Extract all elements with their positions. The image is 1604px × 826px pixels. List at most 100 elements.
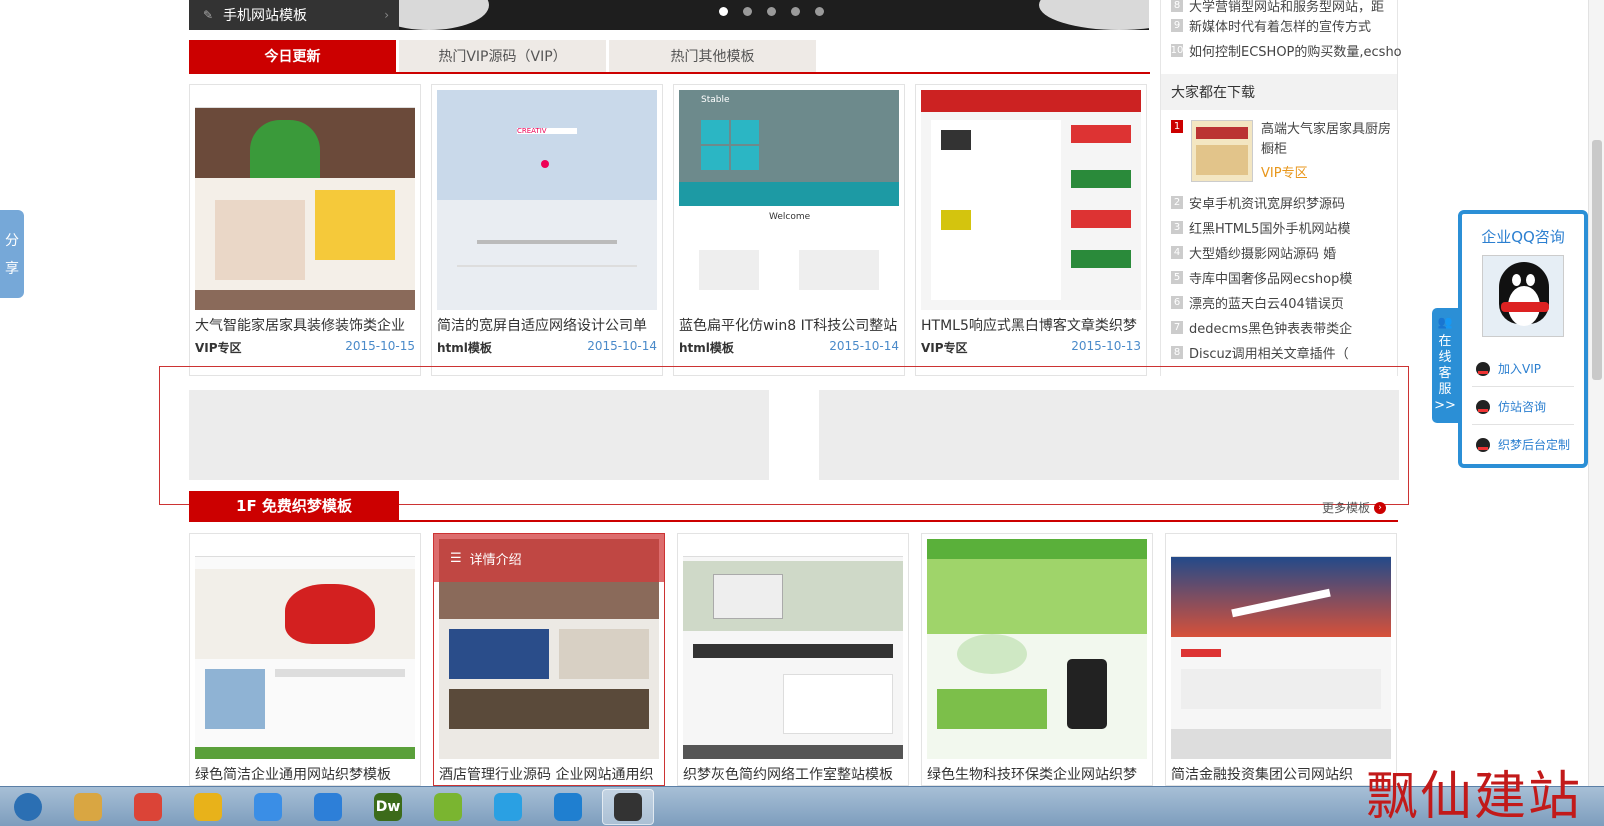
page-scrollbar[interactable] bbox=[1588, 0, 1604, 786]
news-item[interactable]: 9 新媒体时代有着怎样的宣传方式 bbox=[1171, 16, 1371, 35]
taskbar-dreamweaver-button[interactable]: Dw bbox=[362, 789, 414, 825]
template-card[interactable]: 织梦灰色简约网络工作室整站模板 bbox=[677, 533, 909, 786]
tab-char: 客 bbox=[1438, 366, 1452, 381]
qq-link-join-vip[interactable]: 加入VIP bbox=[1476, 360, 1541, 377]
template-thumbnail[interactable]: CREATIV bbox=[437, 90, 657, 310]
download-item[interactable]: 6 漂亮的蓝天白云404错误页 bbox=[1171, 293, 1344, 312]
featured-category[interactable]: VIP专区 bbox=[1261, 162, 1308, 181]
template-category[interactable]: VIP专区 bbox=[195, 339, 242, 356]
slide-dot[interactable] bbox=[791, 7, 800, 16]
tab-today-update[interactable]: 今日更新 bbox=[189, 40, 396, 72]
online-service-tab[interactable]: 👥 在 线 客 服 >> bbox=[1432, 308, 1458, 423]
template-thumbnail[interactable] bbox=[683, 539, 903, 759]
slide-dot[interactable] bbox=[743, 7, 752, 16]
template-card[interactable]: 简洁金融投资集团公司网站织 bbox=[1165, 533, 1397, 786]
template-card[interactable]: HTML5响应式黑白博客文章类织梦 VIP专区 2015-10-13 bbox=[915, 84, 1147, 376]
template-card[interactable]: 绿色简洁企业通用网站织梦模板 bbox=[189, 533, 421, 786]
taskbar-app-edit-button[interactable] bbox=[422, 789, 474, 825]
download-item[interactable]: 3 红黑HTML5国外手机网站模 bbox=[1171, 218, 1350, 237]
more-label[interactable]: 更多模板 bbox=[1322, 499, 1370, 516]
download-item[interactable]: 2 安卓手机资讯宽屏织梦源码 bbox=[1171, 193, 1345, 212]
ad-banner-right[interactable] bbox=[819, 390, 1399, 480]
arrow-right-icon[interactable]: › bbox=[1374, 501, 1386, 514]
taskbar-sogou-button[interactable] bbox=[302, 789, 354, 825]
download-title[interactable]: 漂亮的蓝天白云404错误页 bbox=[1189, 293, 1344, 312]
taskbar-app-cup-button[interactable] bbox=[602, 788, 654, 825]
featured-title[interactable]: 高端大气家居家具厨房橱柜 bbox=[1261, 120, 1395, 160]
qq-link-label[interactable]: 加入VIP bbox=[1498, 360, 1541, 377]
thumb-header bbox=[927, 539, 1147, 559]
scrollbar-thumb[interactable] bbox=[1592, 140, 1602, 380]
tab-hot-other[interactable]: 热门其他模板 bbox=[609, 40, 816, 72]
template-title[interactable]: HTML5响应式黑白博客文章类织梦 bbox=[921, 315, 1141, 335]
more-templates-link[interactable]: 更多模板 › bbox=[1322, 499, 1386, 516]
download-title[interactable]: dedecms黑色钟表表带类企 bbox=[1189, 318, 1352, 337]
thumb-header bbox=[1171, 539, 1391, 557]
taskbar-explorer-button[interactable] bbox=[62, 789, 114, 825]
qq-link-label[interactable]: 仿站咨询 bbox=[1498, 398, 1546, 415]
template-title[interactable]: 蓝色扁平化仿win8 IT科技公司整站 bbox=[679, 315, 899, 335]
download-item[interactable]: 7 dedecms黑色钟表表带类企 bbox=[1171, 318, 1352, 337]
download-title[interactable]: 安卓手机资讯宽屏织梦源码 bbox=[1189, 193, 1345, 212]
download-item[interactable]: 4 大型婚纱摄影网站源码 婚 bbox=[1171, 243, 1336, 262]
qq-link-site-consult[interactable]: 仿站咨询 bbox=[1476, 398, 1546, 415]
template-category[interactable]: html模板 bbox=[679, 339, 734, 356]
download-item[interactable]: 5 寺库中国奢侈品网ecshop模 bbox=[1171, 268, 1352, 287]
template-title[interactable]: 绿色简洁企业通用网站织梦模板 bbox=[195, 764, 415, 784]
qq-icon bbox=[1476, 399, 1490, 414]
template-card[interactable]: 绿色生物科技环保类企业网站织梦 bbox=[921, 533, 1153, 786]
news-title[interactable]: 大学营销型网站和服务型网站，距 bbox=[1189, 0, 1384, 15]
featured-thumbnail[interactable] bbox=[1191, 120, 1253, 182]
template-category[interactable]: html模板 bbox=[437, 339, 492, 356]
thumb-block bbox=[1181, 669, 1381, 709]
taskbar-qq-button[interactable] bbox=[482, 789, 534, 825]
ad-banner-left[interactable] bbox=[189, 390, 769, 480]
template-thumbnail[interactable] bbox=[921, 90, 1141, 310]
template-title[interactable]: 织梦灰色简约网络工作室整站模板 bbox=[683, 764, 903, 784]
news-item[interactable]: 8 大学营销型网站和服务型网站，距 bbox=[1171, 0, 1384, 15]
download-title[interactable]: 红黑HTML5国外手机网站模 bbox=[1189, 218, 1350, 237]
taskbar-start-orb-button[interactable] bbox=[2, 789, 54, 825]
template-title[interactable]: 简洁金融投资集团公司网站织 bbox=[1171, 764, 1391, 784]
template-card[interactable]: Stable Welcome 蓝色扁平化仿win8 IT科技公司整站 html模… bbox=[673, 84, 905, 376]
template-title[interactable]: 绿色生物科技环保类企业网站织梦 bbox=[927, 764, 1147, 784]
floor-label[interactable]: 1F 免费织梦模板 bbox=[189, 491, 399, 520]
news-title[interactable]: 新媒体时代有着怎样的宣传方式 bbox=[1189, 16, 1371, 35]
list-icon: ☰ bbox=[450, 550, 462, 566]
category-mobile-templates[interactable]: ✎ 手机网站模板 › bbox=[189, 0, 399, 30]
banner-slideshow[interactable] bbox=[399, 0, 1149, 30]
slide-dot[interactable] bbox=[719, 7, 728, 16]
slide-dot[interactable] bbox=[815, 7, 824, 16]
template-card[interactable]: 大气智能家居家具装修装饰类企业 VIP专区 2015-10-15 bbox=[189, 84, 421, 376]
detail-overlay[interactable]: ☰ 详情介绍 bbox=[434, 534, 664, 582]
qq-penguin-avatar[interactable] bbox=[1482, 255, 1564, 337]
template-title[interactable]: 大气智能家居家具装修装饰类企业 bbox=[195, 315, 415, 335]
qq-link-label[interactable]: 织梦后台定制 bbox=[1498, 436, 1570, 453]
template-card[interactable]: CREATIV 简洁的宽屏自适应网络设计公司单 html模板 2015-10-1… bbox=[431, 84, 663, 376]
template-thumbnail[interactable] bbox=[195, 539, 415, 759]
template-thumbnail[interactable]: Stable Welcome bbox=[679, 90, 899, 310]
share-tab[interactable]: 分 享 bbox=[0, 210, 24, 298]
qq-link-backend-custom[interactable]: 织梦后台定制 bbox=[1476, 436, 1570, 453]
download-title[interactable]: 大型婚纱摄影网站源码 婚 bbox=[1189, 243, 1336, 262]
news-title[interactable]: 如何控制ECSHOP的购买数量,ecsho bbox=[1189, 41, 1402, 60]
template-thumbnail[interactable] bbox=[195, 90, 415, 310]
news-item[interactable]: 10 如何控制ECSHOP的购买数量,ecsho bbox=[1171, 41, 1402, 60]
template-title[interactable]: 简洁的宽屏自适应网络设计公司单 bbox=[437, 315, 657, 335]
taskbar-app-blue-button[interactable] bbox=[242, 789, 294, 825]
taskbar-app-green-button[interactable] bbox=[182, 789, 234, 825]
download-item[interactable]: 8 Discuz调用相关文章插件（ bbox=[1171, 343, 1349, 362]
tab-hot-vip[interactable]: 热门VIP源码（VIP） bbox=[399, 40, 606, 72]
template-card-hover[interactable]: ☰ 详情介绍 酒店管理行业源码 企业网站通用织 bbox=[433, 533, 665, 786]
taskbar-chrome-button[interactable] bbox=[122, 789, 174, 825]
taskbar-app-mail-button[interactable] bbox=[542, 789, 594, 825]
slide-dot[interactable] bbox=[767, 7, 776, 16]
download-title[interactable]: Discuz调用相关文章插件（ bbox=[1189, 343, 1349, 362]
share-label: 享 bbox=[5, 261, 19, 277]
template-thumbnail[interactable] bbox=[927, 539, 1147, 759]
download-title[interactable]: 寺库中国奢侈品网ecshop模 bbox=[1189, 268, 1352, 287]
template-thumbnail[interactable] bbox=[1171, 539, 1391, 759]
template-title[interactable]: 酒店管理行业源码 企业网站通用织 bbox=[439, 764, 659, 784]
detail-label[interactable]: 详情介绍 bbox=[470, 549, 522, 568]
template-category[interactable]: VIP专区 bbox=[921, 339, 968, 356]
